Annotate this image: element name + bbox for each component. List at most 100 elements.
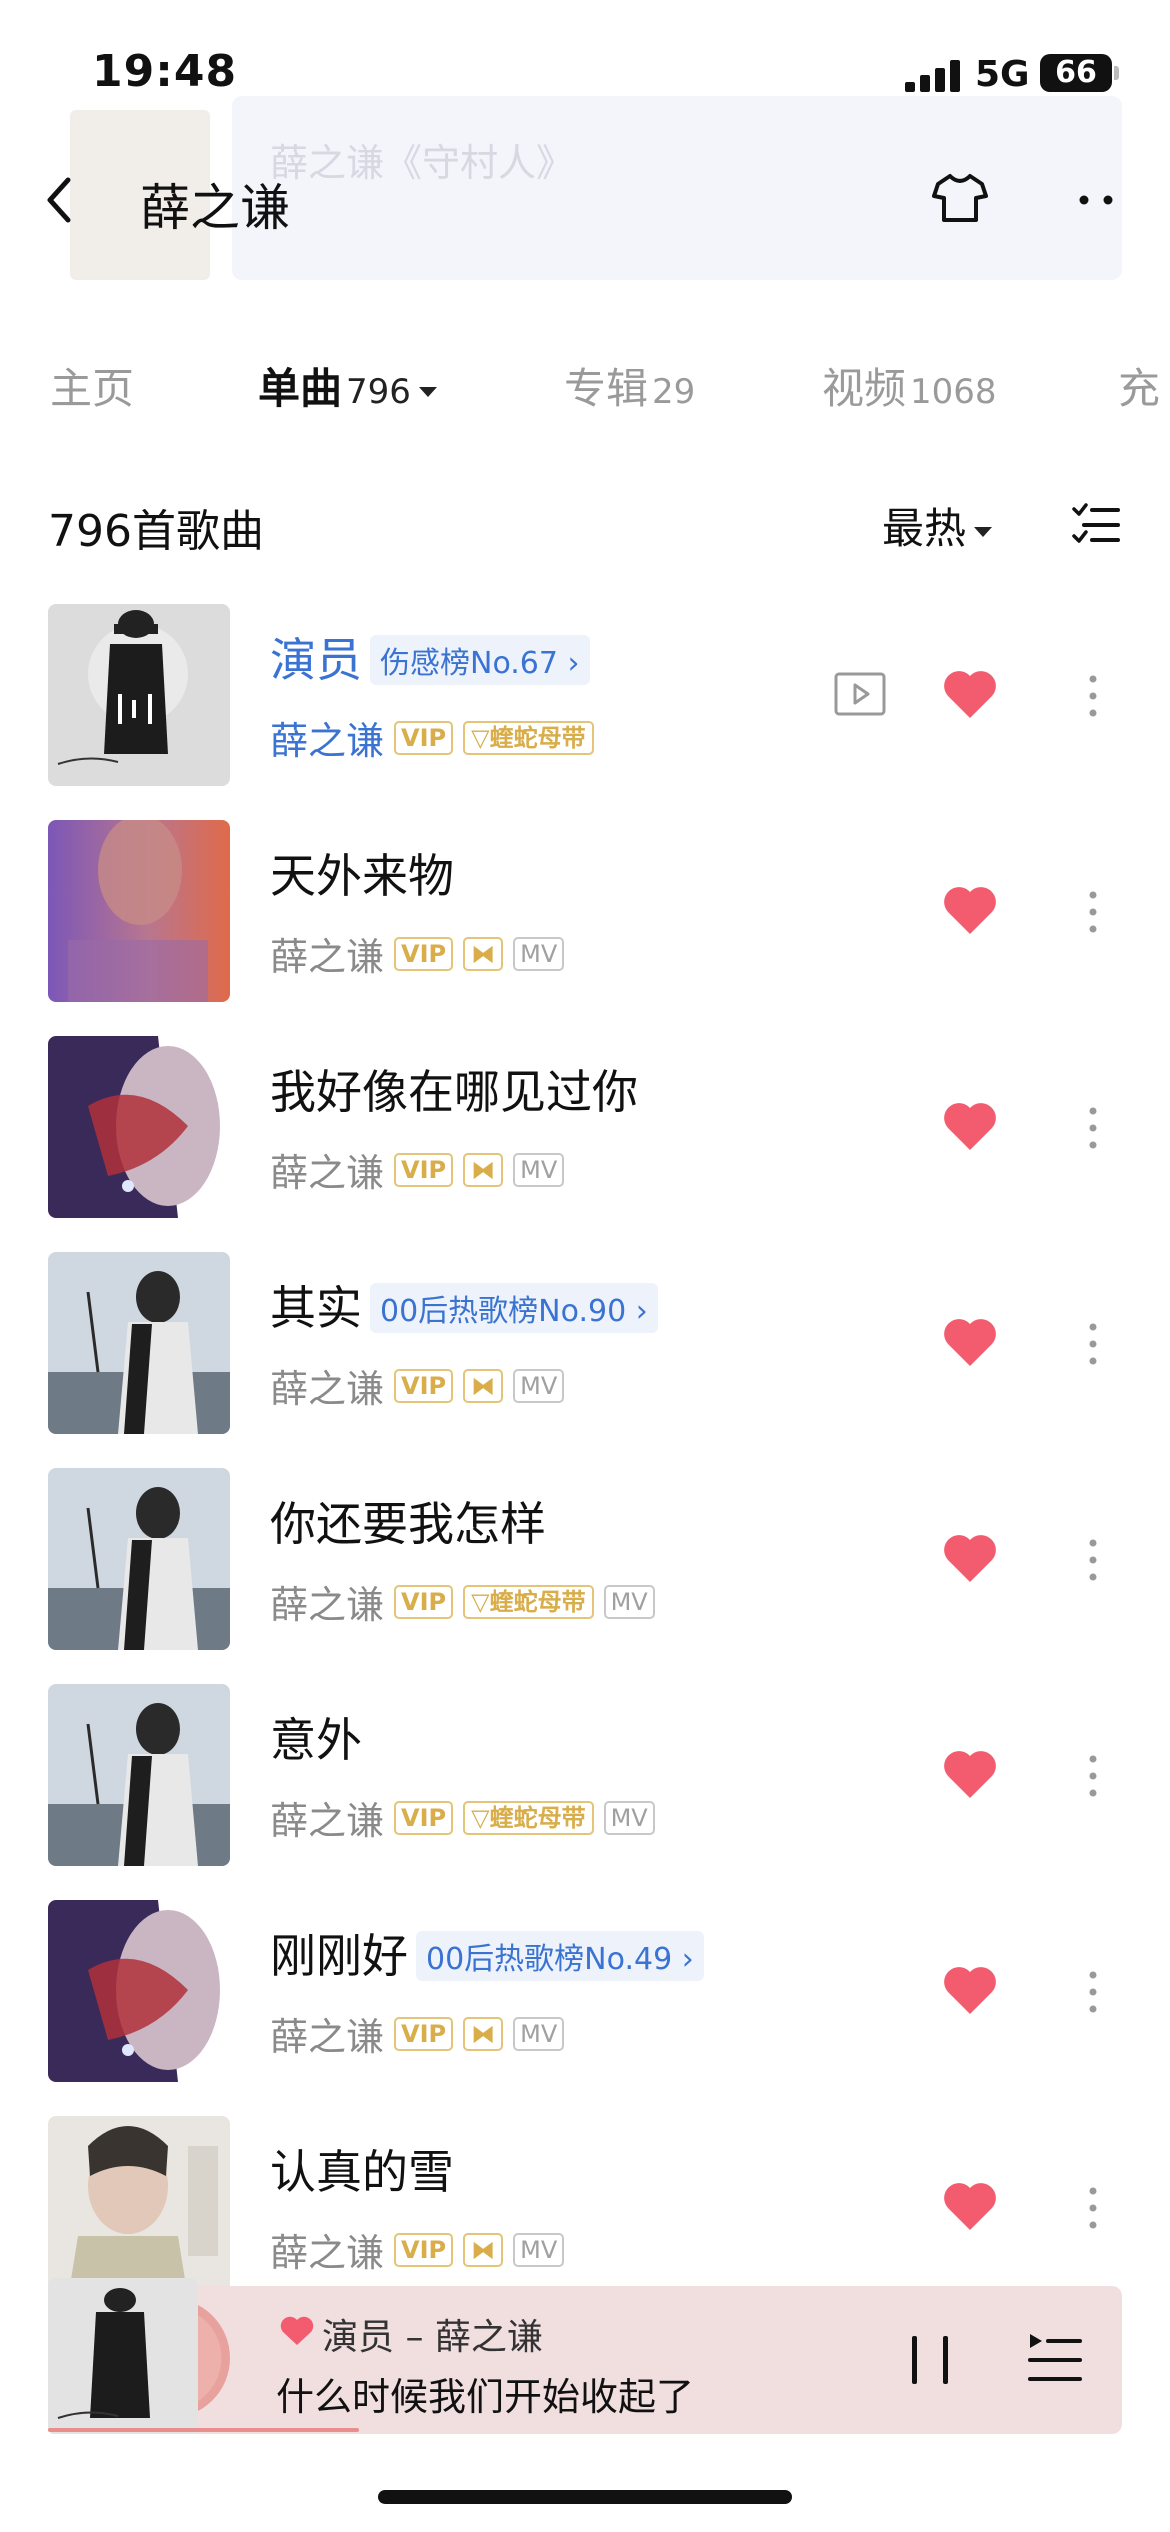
song-meta: 薛之谦 VIP ⧓ MV	[270, 2222, 565, 2275]
vip-badge: VIP	[394, 1800, 454, 1835]
status-time: 19:48	[92, 46, 238, 97]
chart-rank-tag[interactable]: 00后热歌榜No.90 ›	[370, 1282, 658, 1333]
nav-header: 薛之谦	[0, 150, 1170, 250]
song-meta: 薛之谦 VIP ⧓ MV	[270, 1358, 565, 1411]
hifi-badge: ⧓	[463, 936, 504, 971]
heart-icon[interactable]	[942, 1100, 998, 1152]
song-meta: 薛之谦 VIP ⧓ MV	[270, 926, 565, 979]
tab-albums[interactable]: 专辑 29	[564, 355, 695, 416]
song-row[interactable]: 其实 00后热歌榜No.90 › 薛之谦 VIP ⧓ MV	[0, 1252, 1170, 1468]
tab-home[interactable]: 主页	[50, 355, 134, 416]
song-meta: 薛之谦 VIP ⧓ MV	[270, 2006, 565, 2059]
album-cover	[48, 1468, 230, 1650]
battery-icon: 66	[1040, 54, 1112, 92]
heart-icon[interactable]	[942, 2180, 998, 2232]
battery-tip	[1114, 66, 1119, 80]
heart-icon[interactable]	[942, 1316, 998, 1368]
playback-progress	[48, 2428, 359, 2432]
song-row[interactable]: 演员 伤感榜No.67 › 薛之谦 VIP ▽蝰蛇母带	[0, 604, 1170, 820]
tab-singles[interactable]: 单曲 796	[258, 355, 437, 416]
song-artist: 薛之谦	[270, 935, 385, 979]
heart-icon[interactable]	[942, 668, 998, 720]
song-meta: 薛之谦 VIP ▽蝰蛇母带	[270, 710, 594, 763]
network-type: 5G	[975, 54, 1030, 95]
mv-badge[interactable]: MV	[603, 1584, 655, 1619]
vip-badge: VIP	[394, 1584, 454, 1619]
song-artist: 薛之谦	[270, 1583, 385, 1627]
song-count: 796首歌曲	[48, 506, 264, 557]
heart-icon[interactable]	[942, 1532, 998, 1584]
more-vertical-icon[interactable]	[1088, 2186, 1098, 2230]
vip-badge: VIP	[394, 936, 454, 971]
signal-icon	[905, 60, 960, 92]
song-row[interactable]: 我好像在哪见过你 薛之谦 VIP ⧓ MV	[0, 1036, 1170, 1252]
mv-badge[interactable]: MV	[513, 2016, 565, 2051]
song-row[interactable]: 天外来物 薛之谦 VIP ⧓ MV	[0, 820, 1170, 1036]
song-artist: 薛之谦	[270, 1367, 385, 1411]
heart-icon[interactable]	[942, 884, 998, 936]
album-cover	[48, 1684, 230, 1866]
viper-master-badge: ▽蝰蛇母带	[463, 1800, 594, 1835]
mini-player[interactable]: 演员 – 薛之谦 什么时候我们开始收起了	[48, 2278, 1122, 2434]
video-play-icon[interactable]	[834, 672, 886, 716]
song-meta: 薛之谦 VIP ▽蝰蛇母带 MV	[270, 1574, 655, 1627]
more-vertical-icon[interactable]	[1088, 1106, 1098, 1150]
song-row[interactable]: 刚刚好 00后热歌榜No.49 › 薛之谦 VIP ⧓ MV	[0, 1900, 1170, 2116]
now-playing-cover	[48, 2278, 198, 2434]
heart-icon[interactable]	[942, 1748, 998, 1800]
more-vertical-icon[interactable]	[1088, 890, 1098, 934]
tab-more[interactable]: 充	[1118, 355, 1160, 416]
song-title: 认真的雪	[270, 2145, 454, 2199]
chevron-down-icon	[418, 386, 437, 397]
hifi-badge: ⧓	[463, 1368, 504, 1403]
more-vertical-icon[interactable]	[1088, 1538, 1098, 1582]
album-cover	[48, 1252, 230, 1434]
now-playing-title: 演员 – 薛之谦	[322, 2317, 543, 2358]
mv-badge[interactable]: MV	[513, 936, 565, 971]
tab-videos[interactable]: 视频 1068	[822, 355, 997, 416]
vip-badge: VIP	[394, 1368, 454, 1403]
song-artist: 薛之谦	[270, 1799, 385, 1843]
song-title: 你还要我怎样	[270, 1497, 546, 1551]
song-title: 意外	[270, 1713, 362, 1767]
heart-icon[interactable]	[280, 2316, 314, 2346]
song-title: 演员 伤感榜No.67 ›	[270, 624, 590, 690]
chevron-down-icon	[974, 526, 993, 537]
mv-badge[interactable]: MV	[603, 1800, 655, 1835]
song-title: 我好像在哪见过你	[270, 1065, 638, 1119]
album-cover	[48, 820, 230, 1002]
song-artist: 薛之谦	[270, 719, 385, 763]
vip-badge: VIP	[394, 2232, 454, 2267]
playlist-queue-icon[interactable]	[1028, 2332, 1082, 2386]
tshirt-icon[interactable]	[930, 168, 990, 228]
sort-dropdown[interactable]: 最热	[882, 495, 993, 556]
vip-badge: VIP	[394, 1152, 454, 1187]
more-vertical-icon[interactable]	[1088, 1970, 1098, 2014]
album-cover	[48, 604, 230, 786]
more-vertical-icon[interactable]	[1088, 674, 1098, 718]
song-title: 天外来物	[270, 849, 454, 903]
more-vertical-icon[interactable]	[1088, 1322, 1098, 1366]
heart-icon[interactable]	[942, 1964, 998, 2016]
song-row[interactable]: 你还要我怎样 薛之谦 VIP ▽蝰蛇母带 MV	[0, 1468, 1170, 1684]
vip-badge: VIP	[394, 2016, 454, 2051]
song-artist: 薛之谦	[270, 1151, 385, 1195]
now-playing-lyric: 什么时候我们开始收起了	[276, 2375, 695, 2419]
song-meta: 薛之谦 VIP ▽蝰蛇母带 MV	[270, 1790, 655, 1843]
mv-badge[interactable]: MV	[513, 2232, 565, 2267]
pause-icon[interactable]	[908, 2334, 952, 2386]
chart-rank-tag[interactable]: 00后热歌榜No.49 ›	[416, 1930, 704, 1981]
hifi-badge: ⧓	[463, 2232, 504, 2267]
song-row[interactable]: 意外 薛之谦 VIP ▽蝰蛇母带 MV	[0, 1684, 1170, 1900]
more-options-icon[interactable]	[1076, 194, 1116, 206]
hifi-badge: ⧓	[463, 1152, 504, 1187]
multi-select-icon[interactable]	[1072, 503, 1120, 547]
mv-badge[interactable]: MV	[513, 1152, 565, 1187]
chart-rank-tag[interactable]: 伤感榜No.67 ›	[370, 634, 590, 685]
more-vertical-icon[interactable]	[1088, 1754, 1098, 1798]
back-arrow-icon[interactable]	[38, 170, 82, 230]
viper-master-badge: ▽蝰蛇母带	[463, 1584, 594, 1619]
mv-badge[interactable]: MV	[513, 1368, 565, 1403]
song-artist: 薛之谦	[270, 2015, 385, 2059]
song-artist: 薛之谦	[270, 2231, 385, 2275]
